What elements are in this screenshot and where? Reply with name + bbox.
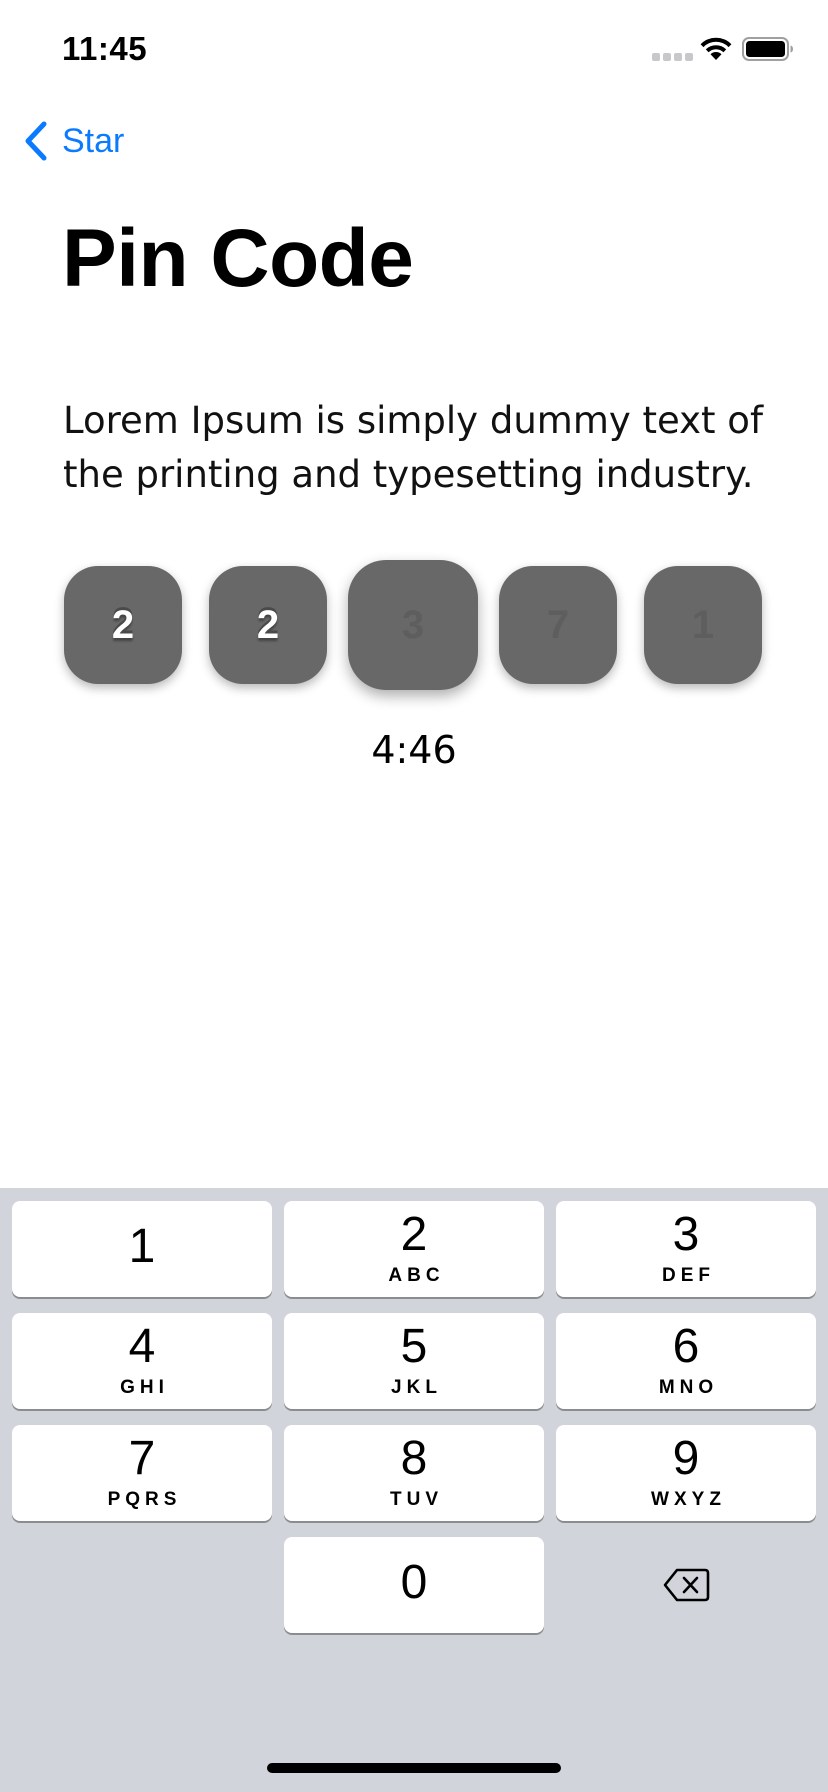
key-digit: 7: [128, 1432, 156, 1485]
description-text: Lorem Ipsum is simply dummy text of the …: [63, 399, 763, 496]
pin-digit-box[interactable]: 2: [209, 566, 327, 684]
chevron-left-icon: [25, 121, 47, 161]
key-9[interactable]: 9 WXYZ: [556, 1425, 816, 1521]
key-digit: 8: [400, 1432, 428, 1485]
key-1[interactable]: 1: [12, 1201, 272, 1297]
key-letters: TUV: [390, 1489, 443, 1510]
key-digit: 0: [400, 1556, 428, 1609]
key-3[interactable]: 3 DEF: [556, 1201, 816, 1297]
key-digit: 9: [672, 1432, 700, 1485]
key-letters: DEF: [662, 1265, 715, 1286]
key-digit: 5: [400, 1320, 428, 1373]
pin-digit: 3: [401, 602, 425, 647]
pin-digit: 2: [111, 602, 135, 647]
key-5[interactable]: 5 JKL: [284, 1313, 544, 1409]
key-0[interactable]: 0: [284, 1537, 544, 1633]
pin-digit: 7: [546, 602, 570, 647]
page-title: Pin Code: [62, 213, 414, 304]
key-letters: JKL: [391, 1377, 442, 1398]
pin-code-input[interactable]: 2 2 3 7 1: [64, 560, 764, 696]
pin-digit-box[interactable]: 2: [64, 566, 182, 684]
delete-key[interactable]: [556, 1537, 816, 1633]
wifi-icon: [700, 37, 732, 60]
numeric-keypad: 1 2 ABC 3 DEF 4 GHI 5 JKL 6 MNO 7 PQRS 8…: [0, 1188, 828, 1792]
countdown-timer: 4:46: [371, 728, 457, 772]
key-digit: 6: [672, 1320, 700, 1373]
status-time: 11:45: [62, 30, 148, 67]
key-letters: WXYZ: [651, 1489, 726, 1510]
key-letters: MNO: [658, 1377, 719, 1398]
key-letters: PQRS: [107, 1489, 182, 1510]
key-4[interactable]: 4 GHI: [12, 1313, 272, 1409]
key-digit: 3: [672, 1208, 700, 1261]
key-digit: 4: [128, 1320, 156, 1373]
back-button[interactable]: Star: [22, 116, 124, 166]
status-bar: 11:45: [0, 0, 828, 100]
pin-digit: 2: [256, 602, 280, 647]
pin-digit-box[interactable]: 7: [499, 566, 617, 684]
pin-digit-box[interactable]: 3: [348, 560, 478, 690]
key-letters: GHI: [120, 1377, 169, 1398]
back-label: Star: [62, 121, 125, 160]
key-digit: 1: [128, 1220, 156, 1273]
key-8[interactable]: 8 TUV: [284, 1425, 544, 1521]
key-letters: ABC: [388, 1265, 445, 1286]
key-digit: 2: [400, 1208, 428, 1261]
key-7[interactable]: 7 PQRS: [12, 1425, 272, 1521]
pin-digit: 1: [691, 602, 715, 647]
cellular-signal-icon: [652, 53, 693, 61]
delete-backspace-icon: [663, 1568, 710, 1602]
pin-digit-box[interactable]: 1: [644, 566, 762, 684]
key-6[interactable]: 6 MNO: [556, 1313, 816, 1409]
battery-icon: [742, 37, 793, 61]
home-indicator: [267, 1763, 561, 1773]
key-2[interactable]: 2 ABC: [284, 1201, 544, 1297]
